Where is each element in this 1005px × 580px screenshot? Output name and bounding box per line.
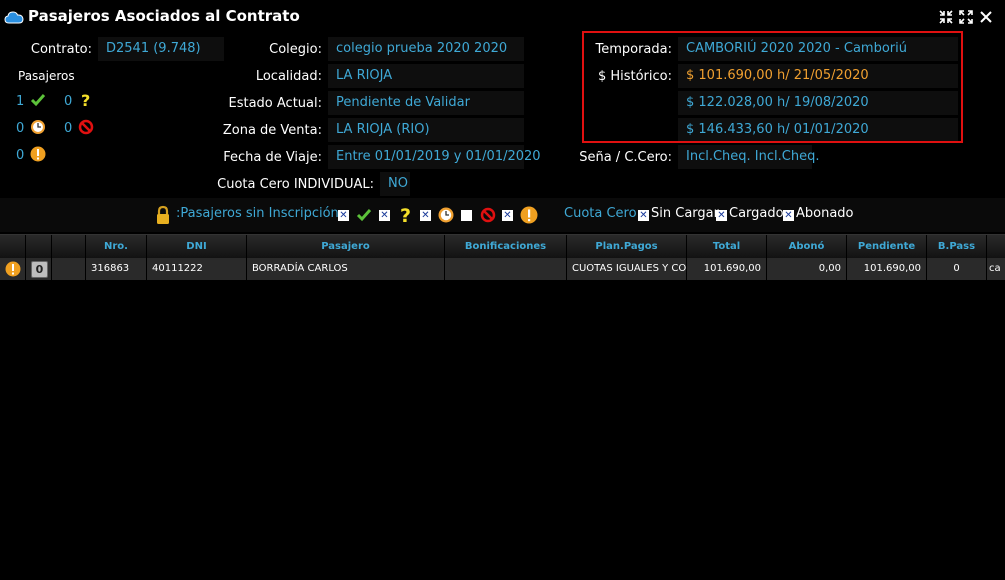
pasajeros-label: Pasajeros: [18, 69, 75, 83]
collapse-icon[interactable]: [938, 9, 954, 25]
header-status: [0, 235, 26, 259]
blocked-count: 0: [64, 121, 73, 136]
fecha-value: Entre 01/01/2019 y 01/01/2020: [328, 145, 541, 169]
alert-icon: [520, 206, 538, 224]
cargado-checkbox[interactable]: ✕: [716, 210, 727, 221]
svg-text:?: ?: [81, 92, 90, 108]
alert-icon: [30, 146, 46, 162]
header-spacer: [52, 235, 86, 259]
fecha-label: Fecha de Viaje:: [223, 150, 322, 165]
sin-cargar-checkbox[interactable]: ✕: [638, 210, 649, 221]
row-status-cell: [0, 258, 26, 280]
row-dni: 40111222: [147, 258, 247, 280]
localidad-value: LA RIOJA: [328, 64, 524, 88]
header-abono[interactable]: Abonó: [767, 235, 847, 259]
header-bpass[interactable]: B.Pass: [927, 235, 987, 259]
colegio-label: Colegio:: [269, 42, 322, 57]
svg-text:?: ?: [400, 205, 411, 225]
filter-blocked-checkbox[interactable]: ✕: [502, 210, 513, 221]
alert-count: 0: [16, 148, 25, 163]
check-icon: [30, 94, 46, 107]
cargado-label: Cargado: [729, 206, 784, 221]
estado-label: Estado Actual:: [228, 96, 323, 111]
header-badge: [26, 235, 52, 259]
row-nro: 316863: [86, 258, 147, 280]
question-icon: ?: [81, 92, 90, 108]
window-title: Pasajeros Asociados al Contrato: [28, 7, 300, 25]
table-row[interactable]: 0 316863 40111222 BORRADÍA CARLOS CUOTAS…: [0, 258, 1005, 280]
row-bonificaciones: [445, 258, 567, 280]
prohibited-icon: [480, 207, 496, 223]
row-pasajero: BORRADÍA CARLOS: [247, 258, 445, 280]
close-icon[interactable]: [978, 9, 994, 25]
row-spacer-cell: [52, 258, 86, 280]
check-icon: [356, 209, 372, 222]
row-badge-cell: 0: [26, 258, 52, 280]
sena-label: Seña / C.Cero:: [579, 150, 672, 165]
cuota-value: NO: [380, 172, 410, 196]
passenger-badge[interactable]: 0: [31, 261, 48, 278]
cuota-label: Cuota Cero INDIVIDUAL:: [217, 177, 374, 192]
header-nro[interactable]: Nro.: [86, 235, 147, 259]
row-plan-pagos: CUOTAS IGUALES Y COI: [567, 258, 687, 280]
header-total[interactable]: Total: [687, 235, 767, 259]
prohibited-icon: [78, 119, 94, 135]
cuota-cero-label: Cuota Cero:: [564, 206, 641, 221]
clock-count: 0: [16, 121, 25, 136]
header-dni[interactable]: DNI: [147, 235, 247, 259]
filter-empty-checkbox[interactable]: [461, 210, 472, 221]
localidad-label: Localidad:: [255, 69, 322, 84]
estado-value: Pendiente de Validar: [328, 91, 524, 115]
cloud-icon: [4, 11, 24, 24]
colegio-value: colegio prueba 2020 2020: [328, 37, 524, 61]
filter-check-checkbox[interactable]: ✕: [338, 210, 349, 221]
zona-value: LA RIOJA (RIO): [328, 118, 524, 142]
lock-icon: [157, 205, 169, 224]
abonado-label: Abonado: [796, 206, 854, 221]
row-extra: ca: [989, 263, 1001, 274]
sena-value: Incl.Cheq. Incl.Cheq.: [678, 145, 819, 169]
question-icon: ?: [400, 205, 411, 225]
sin-cargar-label: Sin Cargar: [651, 206, 719, 221]
clock-icon: [438, 207, 454, 223]
header-extra: [987, 235, 1005, 259]
row-total: 101.690,00: [687, 258, 767, 280]
row-abono: 0,00: [767, 258, 847, 280]
filter-pending-checkbox[interactable]: ✕: [379, 210, 390, 221]
header-pasajero[interactable]: Pasajero: [247, 235, 445, 259]
highlight-box: [582, 31, 963, 143]
alert-icon: [5, 261, 21, 277]
row-pendiente: 101.690,00: [847, 258, 927, 280]
header-pendiente[interactable]: Pendiente: [847, 235, 927, 259]
abonado-checkbox[interactable]: ✕: [783, 210, 794, 221]
filter-clock-checkbox[interactable]: ✕: [420, 210, 431, 221]
sin-inscripcion-label: :Pasajeros sin Inscripción: [176, 206, 339, 221]
contrato-label: Contrato:: [30, 42, 92, 57]
row-bpass: 0: [927, 258, 987, 280]
header-plan-pagos[interactable]: Plan.Pagos: [567, 235, 687, 259]
zona-label: Zona de Venta:: [222, 123, 322, 138]
expand-icon[interactable]: [958, 9, 974, 25]
ok-count: 1: [16, 94, 25, 109]
title-bar: Pasajeros Asociados al Contrato: [0, 0, 1005, 34]
clock-icon: [31, 120, 45, 134]
pending-count: 0: [64, 94, 73, 109]
table-header: Nro. DNI Pasajero Bonificaciones Plan.Pa…: [0, 234, 1005, 259]
header-bonificaciones[interactable]: Bonificaciones: [445, 235, 567, 259]
